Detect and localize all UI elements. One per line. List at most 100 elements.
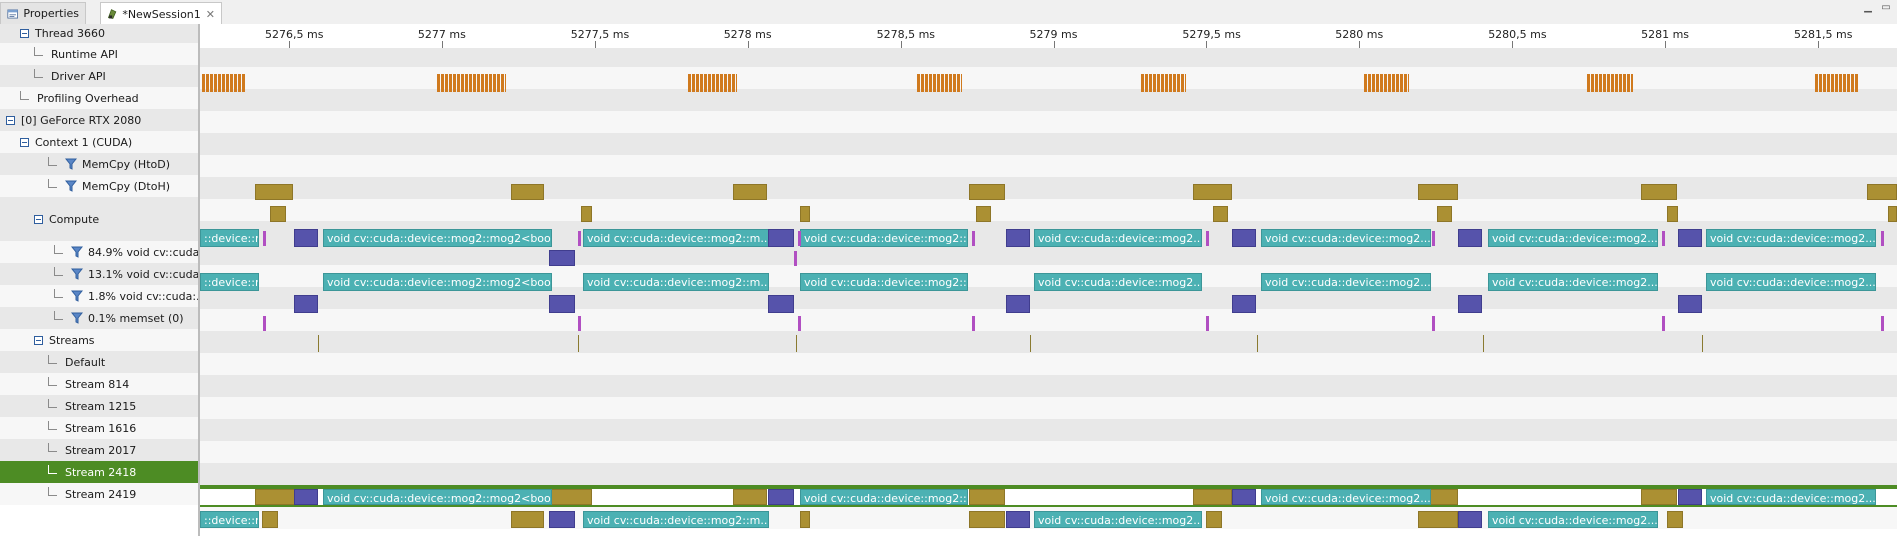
runtime-api-call[interactable] bbox=[218, 74, 221, 92]
runtime-api-call[interactable] bbox=[1599, 74, 1602, 92]
runtime-api-call[interactable] bbox=[732, 74, 735, 92]
memcpy-on-stream[interactable] bbox=[969, 489, 1005, 505]
runtime-api-call[interactable] bbox=[1177, 74, 1180, 92]
memcpy-htod[interactable] bbox=[1193, 184, 1232, 200]
memcpy-htod[interactable] bbox=[1641, 184, 1677, 200]
memcpy-on-stream[interactable] bbox=[1641, 489, 1677, 505]
kernel-small[interactable] bbox=[798, 316, 801, 331]
runtime-api-call[interactable] bbox=[226, 74, 229, 92]
runtime-api-call[interactable] bbox=[222, 74, 225, 92]
tree-row-compute[interactable]: Compute bbox=[0, 197, 198, 241]
collapse-icon[interactable] bbox=[20, 29, 29, 38]
runtime-api-call[interactable] bbox=[704, 74, 707, 92]
runtime-api-call[interactable] bbox=[1388, 74, 1391, 92]
runtime-api-call[interactable] bbox=[1823, 74, 1826, 92]
kernel-mog2[interactable]: void cv::cuda::device::mog2::m... bbox=[583, 229, 769, 247]
tree-row-memcpy-htod[interactable]: MemCpy (HtoD) bbox=[0, 153, 198, 175]
kernel-mog2[interactable]: void cv::cuda::device::mog2::... bbox=[800, 489, 968, 505]
runtime-api-call[interactable] bbox=[1376, 74, 1379, 92]
runtime-api-call[interactable] bbox=[1372, 74, 1375, 92]
kernel-small[interactable] bbox=[798, 231, 801, 246]
runtime-api-call[interactable] bbox=[441, 74, 444, 92]
kernel-small[interactable] bbox=[263, 231, 266, 246]
runtime-api-call[interactable] bbox=[202, 74, 205, 92]
runtime-api-call[interactable] bbox=[953, 74, 956, 92]
tree-row-84-9-void-cv-cuda[interactable]: 84.9% void cv::cuda:... bbox=[0, 241, 198, 263]
memcpy-dtoh[interactable] bbox=[1213, 206, 1228, 222]
kernel-small[interactable] bbox=[263, 316, 266, 331]
runtime-api-call[interactable] bbox=[1855, 74, 1858, 92]
runtime-api-call[interactable] bbox=[1153, 74, 1156, 92]
runtime-api-call[interactable] bbox=[1408, 74, 1409, 92]
runtime-api-call[interactable] bbox=[1611, 74, 1614, 92]
tree-row-13-1-void-cv-cuda[interactable]: 13.1% void cv::cuda:... bbox=[0, 263, 198, 285]
runtime-api-call[interactable] bbox=[708, 74, 711, 92]
kernel-mog2-secondary[interactable] bbox=[1458, 229, 1482, 247]
kernel-small[interactable] bbox=[1881, 316, 1884, 331]
runtime-api-call[interactable] bbox=[449, 74, 452, 92]
kernel-small[interactable] bbox=[1432, 316, 1435, 331]
runtime-api-call[interactable] bbox=[477, 74, 480, 92]
tree-row-thread-3660[interactable]: Thread 3660 bbox=[0, 24, 198, 43]
maximize-icon[interactable]: ▭ bbox=[1878, 2, 1894, 16]
kernel-mog2[interactable]: void cv::cuda::device::mog2... bbox=[1034, 229, 1202, 247]
memset-marker[interactable] bbox=[1483, 335, 1484, 352]
runtime-api-call[interactable] bbox=[1149, 74, 1152, 92]
runtime-api-call[interactable] bbox=[933, 74, 936, 92]
runtime-api-call[interactable] bbox=[1380, 74, 1383, 92]
runtime-api-call[interactable] bbox=[945, 74, 948, 92]
kernel-mog2[interactable]: void cv::cuda::device::mog2::m... bbox=[583, 273, 769, 291]
kernel-mog2-secondary[interactable] bbox=[549, 250, 575, 266]
tree-row-stream-2418[interactable]: Stream 2418 bbox=[0, 461, 198, 483]
runtime-api-call[interactable] bbox=[929, 74, 932, 92]
memcpy-on-stream[interactable] bbox=[262, 511, 278, 528]
runtime-api-call[interactable] bbox=[1161, 74, 1164, 92]
runtime-api-call[interactable] bbox=[469, 74, 472, 92]
runtime-api-call[interactable] bbox=[1181, 74, 1184, 92]
tree-row-driver-api[interactable]: Driver API bbox=[0, 65, 198, 87]
memset-marker[interactable] bbox=[318, 335, 319, 352]
memcpy-on-stream[interactable] bbox=[1206, 511, 1222, 528]
runtime-api-call[interactable] bbox=[937, 74, 940, 92]
kernel-mog2-secondary[interactable] bbox=[1006, 229, 1030, 247]
kernel-mog2[interactable]: void cv::cuda::device::mog2... bbox=[1488, 273, 1658, 291]
kernel-mog2[interactable]: void cv::cuda::device::mog2::... bbox=[800, 273, 968, 291]
kernel-small[interactable] bbox=[972, 316, 975, 331]
kernel-small[interactable] bbox=[1662, 231, 1665, 246]
runtime-api-call[interactable] bbox=[1815, 74, 1818, 92]
kernel-mog2-secondary[interactable] bbox=[1678, 295, 1702, 313]
runtime-api-call[interactable] bbox=[925, 74, 928, 92]
runtime-api-call[interactable] bbox=[453, 74, 456, 92]
kernel-mog2[interactable]: ::device::mog2... bbox=[200, 229, 259, 247]
runtime-api-call[interactable] bbox=[1384, 74, 1387, 92]
memcpy-dtoh[interactable] bbox=[1888, 206, 1897, 222]
kernel-mog2-secondary[interactable] bbox=[1006, 295, 1030, 313]
tree-row-0-1-memset-0[interactable]: 0.1% memset (0) bbox=[0, 307, 198, 329]
kernel-small[interactable] bbox=[1206, 316, 1209, 331]
kernel-mog2-secondary[interactable] bbox=[768, 229, 794, 247]
runtime-api-call[interactable] bbox=[206, 74, 209, 92]
runtime-api-call[interactable] bbox=[465, 74, 468, 92]
runtime-api-call[interactable] bbox=[957, 74, 960, 92]
tree-row-runtime-api[interactable]: Runtime API bbox=[0, 43, 198, 65]
runtime-api-call[interactable] bbox=[1396, 74, 1399, 92]
kernel-mog2[interactable]: void cv::cuda::device::mog2::... bbox=[800, 229, 968, 247]
kernel-small[interactable] bbox=[1432, 231, 1435, 246]
runtime-api-call[interactable] bbox=[1145, 74, 1148, 92]
kernel-mog2-secondary[interactable] bbox=[1232, 489, 1256, 505]
memcpy-on-stream[interactable] bbox=[800, 511, 810, 528]
kernel-mog2-secondary[interactable] bbox=[549, 295, 575, 313]
runtime-api-call[interactable] bbox=[1619, 74, 1622, 92]
memcpy-htod[interactable] bbox=[733, 184, 767, 200]
memset-marker[interactable] bbox=[1257, 335, 1258, 352]
kernel-small[interactable] bbox=[1662, 316, 1665, 331]
tree-row-stream-814[interactable]: Stream 814 bbox=[0, 373, 198, 395]
kernel-mog2[interactable]: void cv::cuda::device::mog2... bbox=[1261, 229, 1431, 247]
memset-marker[interactable] bbox=[578, 335, 579, 352]
kernel-mog2-secondary[interactable] bbox=[294, 489, 318, 505]
runtime-api-call[interactable] bbox=[437, 74, 440, 92]
kernel-mog2-secondary[interactable] bbox=[1006, 511, 1030, 528]
runtime-api-call[interactable] bbox=[234, 74, 237, 92]
runtime-api-call[interactable] bbox=[1835, 74, 1838, 92]
tree-row-stream-2017[interactable]: Stream 2017 bbox=[0, 439, 198, 461]
